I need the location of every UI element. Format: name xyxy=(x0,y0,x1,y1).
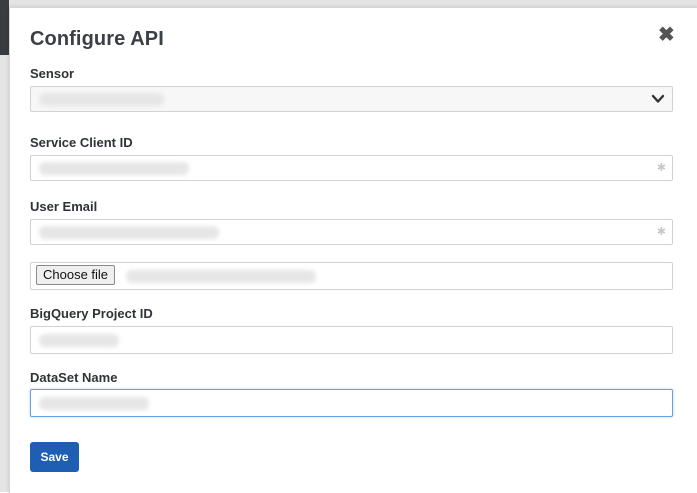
choose-file-button[interactable]: Choose file xyxy=(36,265,116,285)
dataset-name-label: DataSet Name xyxy=(30,370,118,385)
dialog-title: Configure API xyxy=(30,28,164,50)
configure-api-dialog: Configure API ✖ Sensor Service Client ID… xyxy=(9,7,697,493)
service-client-id-value-redacted xyxy=(39,162,189,175)
bigquery-project-id-label: BigQuery Project ID xyxy=(30,306,153,321)
chevron-down-icon xyxy=(651,94,665,103)
dataset-name-input[interactable] xyxy=(30,389,673,417)
service-client-id-label: Service Client ID xyxy=(30,135,133,150)
user-email-value-redacted xyxy=(39,226,219,239)
file-name-redacted xyxy=(126,270,316,283)
user-email-input[interactable]: ✱ xyxy=(30,219,673,245)
service-client-id-input[interactable]: ✱ xyxy=(30,155,673,181)
bigquery-project-id-input[interactable] xyxy=(30,326,673,354)
backdrop xyxy=(0,0,697,7)
sensor-label: Sensor xyxy=(30,66,75,81)
save-button[interactable]: Save xyxy=(30,442,79,472)
file-input[interactable]: Choose file xyxy=(30,262,673,290)
required-icon: ✱ xyxy=(656,226,666,238)
backdrop-left xyxy=(0,0,9,492)
user-email-label: User Email xyxy=(30,199,98,214)
backdrop-header xyxy=(0,0,9,55)
bigquery-project-id-value-redacted xyxy=(39,334,119,347)
required-icon: ✱ xyxy=(656,162,666,174)
dataset-name-value-redacted xyxy=(39,397,149,410)
sensor-select[interactable] xyxy=(30,86,673,112)
close-icon[interactable]: ✖ xyxy=(658,25,675,45)
sensor-value-redacted xyxy=(39,93,164,106)
